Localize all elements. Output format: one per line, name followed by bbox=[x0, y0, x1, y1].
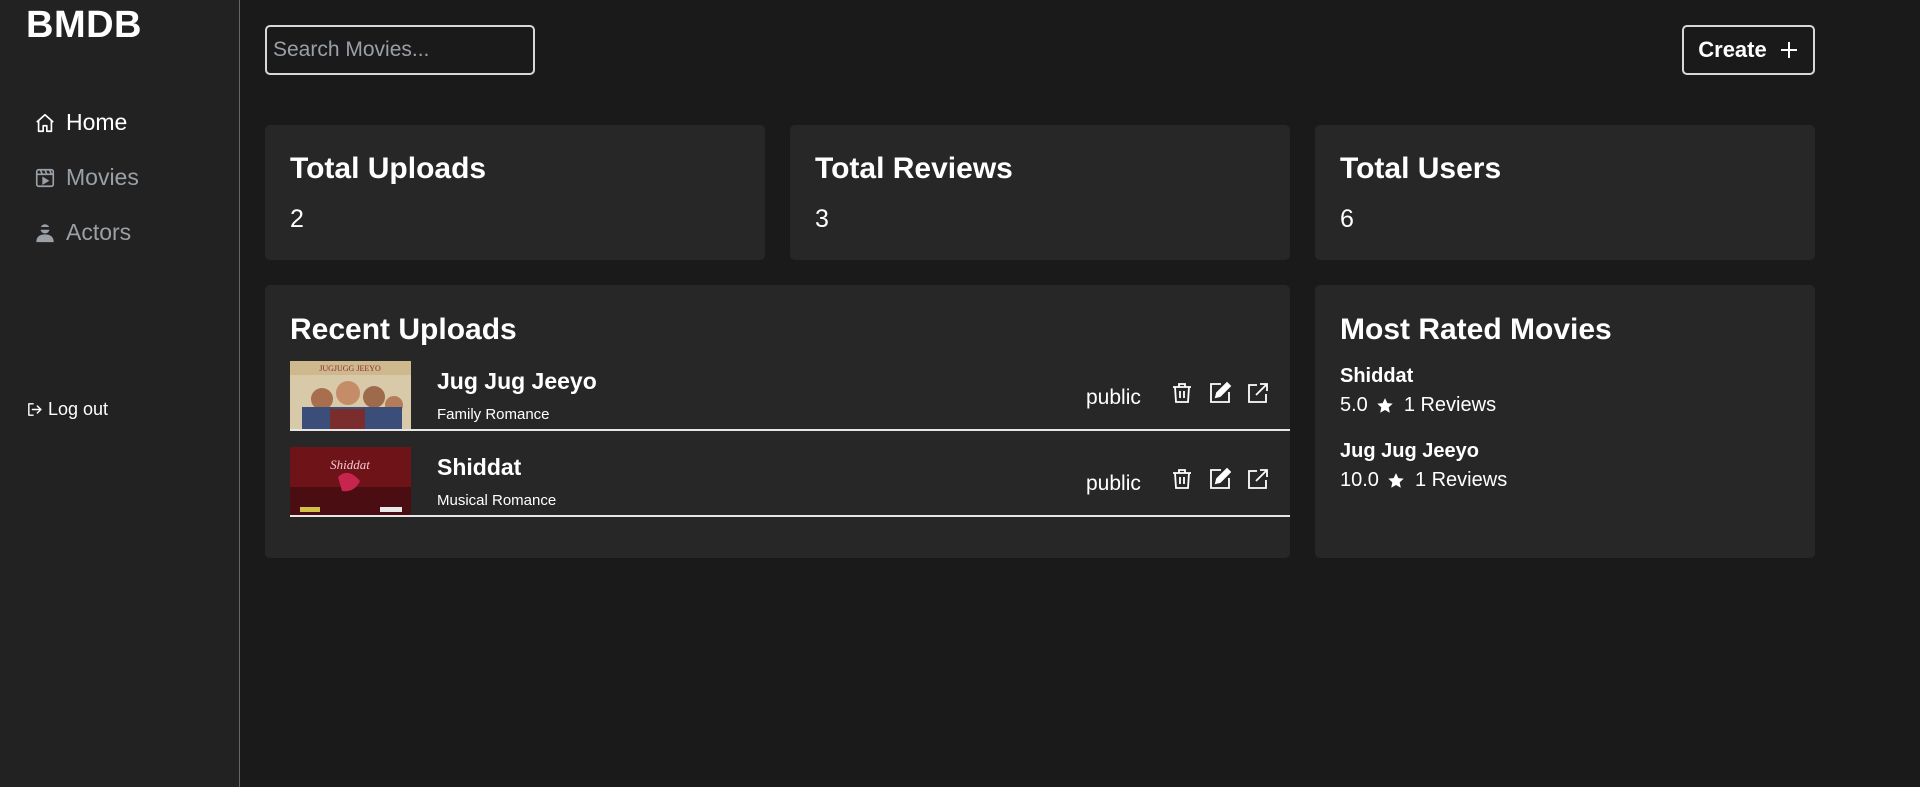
sidebar: BMDB Home Movies Actors Log out bbox=[0, 0, 240, 787]
movie-status: public bbox=[1086, 386, 1141, 409]
star-icon bbox=[1377, 397, 1393, 413]
movie-poster: Shiddat bbox=[290, 447, 411, 515]
stat-value: 3 bbox=[815, 205, 829, 233]
rated-movie-name: Jug Jug Jeeyo bbox=[1340, 440, 1479, 462]
rated-movie-stats: 10.0 1 Reviews bbox=[1340, 469, 1507, 492]
search-input[interactable] bbox=[265, 25, 535, 75]
most-rated-card: Most Rated Movies Shiddat 5.0 1 Reviews … bbox=[1315, 285, 1815, 558]
stat-title: Total Uploads bbox=[290, 152, 487, 185]
stat-title: Total Reviews bbox=[815, 152, 1013, 185]
stat-card-reviews: Total Reviews 3 bbox=[790, 125, 1290, 260]
sidebar-item-label: Movies bbox=[66, 164, 139, 190]
user-icon bbox=[36, 223, 54, 242]
sidebar-item-movies[interactable]: Movies bbox=[34, 150, 139, 205]
delete-button[interactable] bbox=[1170, 381, 1194, 405]
recent-uploads-card: Recent Uploads JUGJUGG JEEYO Jug Jug Jee… bbox=[265, 285, 1290, 558]
upload-row: JUGJUGG JEEYO Jug Jug Jeeyo Family Roman… bbox=[290, 361, 1290, 431]
rated-movie-item[interactable]: Jug Jug Jeeyo 10.0 1 Reviews bbox=[1340, 440, 1507, 492]
rating-value: 10.0 bbox=[1340, 469, 1379, 491]
review-count: 1 Reviews bbox=[1403, 394, 1497, 416]
sidebar-item-label: Home bbox=[66, 109, 128, 135]
logout-button[interactable]: Log out bbox=[26, 399, 108, 420]
stat-value: 2 bbox=[290, 205, 304, 233]
edit-icon bbox=[1210, 467, 1232, 489]
poster-title-text: JUGJUGG JEEYO bbox=[319, 364, 381, 373]
upload-row: Shiddat Shiddat Musical Romance public bbox=[290, 447, 1290, 517]
sidebar-nav: Home Movies Actors bbox=[34, 95, 139, 260]
movie-title: Jug Jug Jeeyo bbox=[437, 368, 597, 394]
external-link-icon bbox=[1248, 383, 1268, 403]
open-external-button[interactable] bbox=[1246, 467, 1270, 491]
plus-icon bbox=[1780, 42, 1797, 58]
trash-icon bbox=[1173, 383, 1191, 403]
stat-card-uploads: Total Uploads 2 bbox=[265, 125, 765, 260]
film-icon bbox=[35, 168, 55, 187]
create-button[interactable]: Create bbox=[1682, 25, 1815, 75]
movie-title: Shiddat bbox=[437, 454, 522, 480]
brand-logo[interactable]: BMDB bbox=[26, 4, 142, 47]
delete-button[interactable] bbox=[1170, 467, 1194, 491]
rated-movie-item[interactable]: Shiddat 5.0 1 Reviews bbox=[1340, 365, 1496, 417]
star-icon bbox=[1388, 472, 1404, 488]
stat-title: Total Users bbox=[1340, 152, 1502, 185]
external-link-icon bbox=[1248, 469, 1268, 489]
open-external-button[interactable] bbox=[1246, 381, 1270, 405]
stat-card-users: Total Users 6 bbox=[1315, 125, 1815, 260]
sidebar-item-actors[interactable]: Actors bbox=[34, 205, 139, 260]
movie-status: public bbox=[1086, 472, 1141, 495]
movie-genres: Family Romance bbox=[437, 406, 550, 423]
stat-value: 6 bbox=[1340, 205, 1354, 233]
edit-button[interactable] bbox=[1208, 467, 1232, 491]
trash-icon bbox=[1173, 469, 1191, 489]
poster-title-text: Shiddat bbox=[330, 457, 370, 472]
movie-poster: JUGJUGG JEEYO bbox=[290, 361, 411, 429]
edit-button[interactable] bbox=[1208, 381, 1232, 405]
logout-label: Log out bbox=[48, 399, 109, 419]
sidebar-item-label: Actors bbox=[66, 219, 132, 245]
edit-icon bbox=[1210, 381, 1232, 403]
movie-genres: Musical Romance bbox=[437, 492, 557, 509]
rating-value: 5.0 bbox=[1340, 394, 1368, 416]
row-actions bbox=[1170, 467, 1284, 491]
create-button-label: Create bbox=[1698, 37, 1767, 62]
most-rated-title: Most Rated Movies bbox=[1340, 313, 1612, 346]
home-icon bbox=[36, 113, 54, 132]
recent-uploads-title: Recent Uploads bbox=[290, 313, 517, 346]
rated-movie-name: Shiddat bbox=[1340, 365, 1414, 387]
sidebar-item-home[interactable]: Home bbox=[34, 95, 139, 150]
review-count: 1 Reviews bbox=[1414, 469, 1508, 491]
row-actions bbox=[1170, 381, 1284, 405]
rated-movie-stats: 5.0 1 Reviews bbox=[1340, 394, 1496, 417]
logout-icon bbox=[28, 403, 42, 416]
